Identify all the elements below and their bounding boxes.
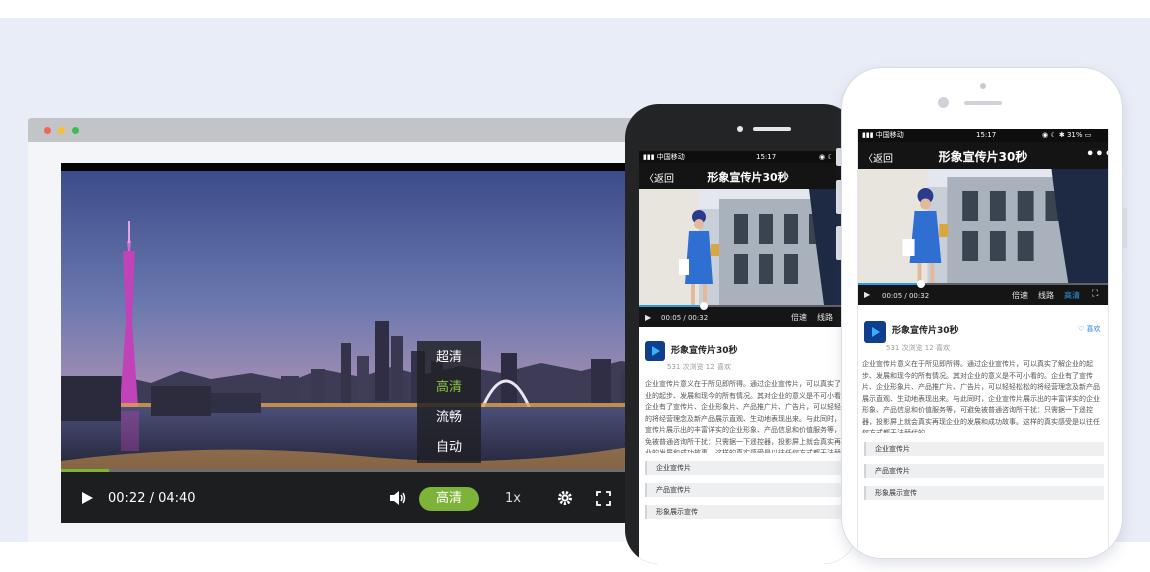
desktop-browser-window: 超清 高清 流畅 自动 00:22 / 04:40 高清 1x bbox=[28, 118, 668, 542]
phone-white-frame: ▮▮▮ 中国移动 15:17 ◉ ☾ ✱ 31% ▭ 〈返回 形象宣传片30秒 … bbox=[842, 68, 1122, 558]
play-icon[interactable]: ▶ bbox=[864, 290, 870, 299]
video-meta: 531 次浏览 12 喜欢 bbox=[667, 363, 731, 371]
phone-front-camera bbox=[938, 97, 949, 108]
showcase-stage: 超清 高清 流畅 自动 00:22 / 04:40 高清 1x ▮▮▮ 中国移动… bbox=[0, 0, 1150, 572]
fullscreen-icon[interactable]: ⛶ bbox=[1092, 289, 1098, 299]
window-close-dot[interactable] bbox=[44, 127, 51, 134]
phone-power-button bbox=[1122, 208, 1127, 248]
quality-option-auto[interactable]: 自动 bbox=[417, 439, 481, 457]
phone-speaker bbox=[964, 101, 1002, 105]
phone-white-screen: ▮▮▮ 中国移动 15:17 ◉ ☾ ✱ 31% ▭ 〈返回 形象宣传片30秒 … bbox=[857, 129, 1109, 558]
phone-progress-fill bbox=[858, 283, 921, 285]
nav-bar: 〈返回 形象宣传片30秒 bbox=[639, 163, 857, 189]
phone-playback-time: 00:05 / 00:32 bbox=[661, 314, 709, 322]
status-carrier: ▮▮▮ 中国移动 bbox=[862, 131, 904, 139]
list-item[interactable]: 产品宣传片 bbox=[645, 483, 851, 497]
phone-progress-fill bbox=[639, 305, 705, 307]
status-bar: ▮▮▮ 中国移动 15:17 ◉ ☾ ✱ 31% ▭ bbox=[858, 129, 1108, 142]
status-battery: ◉ ☾ ✱ 31% ▭ bbox=[1042, 131, 1092, 139]
video-frame-city-night bbox=[61, 171, 661, 471]
quality-menu: 超清 高清 流畅 自动 bbox=[417, 341, 481, 463]
desktop-video-player[interactable]: 超清 高清 流畅 自动 00:22 / 04:40 高清 1x bbox=[61, 163, 661, 523]
phone-camera bbox=[737, 126, 743, 132]
speed-button[interactable]: 倍速 bbox=[791, 312, 807, 323]
status-icons: ◉ ☾ bbox=[819, 153, 834, 161]
nav-title: 形象宣传片30秒 bbox=[938, 150, 1028, 164]
quality-button[interactable]: 高清 bbox=[419, 487, 479, 511]
route-button[interactable]: 线路 bbox=[1038, 290, 1054, 301]
quality-option-smooth[interactable]: 流畅 bbox=[417, 409, 481, 427]
status-time: 15:17 bbox=[976, 131, 997, 139]
phone-dark-frame: ▮▮▮ 中国移动 15:17 ◉ ☾ 〈返回 形象宣传片30秒 ▶ 00:05 … bbox=[625, 104, 857, 564]
video-description: 企业宣传片意义在于所见即所得。通过企业宣传片，可以真实了解企业的起步、发展和现今… bbox=[862, 360, 1100, 433]
list-item[interactable]: 形象展示宣传 bbox=[864, 486, 1104, 500]
list-item[interactable]: 企业宣传片 bbox=[645, 461, 851, 475]
volume-icon[interactable] bbox=[389, 490, 407, 506]
quality-button[interactable]: 高清 bbox=[1064, 290, 1080, 301]
phone-dark-screen: ▮▮▮ 中国移动 15:17 ◉ ☾ 〈返回 形象宣传片30秒 ▶ 00:05 … bbox=[639, 151, 857, 564]
list-item[interactable]: 产品宣传片 bbox=[864, 464, 1104, 478]
channel-logo bbox=[645, 341, 665, 361]
progress-bar[interactable] bbox=[61, 469, 661, 472]
status-carrier: ▮▮▮ 中国移动 bbox=[643, 153, 685, 161]
status-bar: ▮▮▮ 中国移动 15:17 ◉ ☾ bbox=[639, 151, 857, 163]
progress-knob[interactable] bbox=[916, 280, 925, 288]
fullscreen-icon[interactable] bbox=[596, 491, 611, 506]
list-item[interactable]: 形象展示宣传 bbox=[645, 505, 851, 519]
phone-progress-bar[interactable] bbox=[639, 305, 857, 307]
window-maximize-dot[interactable] bbox=[72, 127, 79, 134]
quality-option-high-selected[interactable]: 高清 bbox=[417, 379, 481, 397]
phone-speaker bbox=[753, 127, 791, 131]
window-minimize-dot[interactable] bbox=[58, 127, 65, 134]
video-frame-woman-street[interactable] bbox=[858, 169, 1108, 283]
quality-option-ultra[interactable]: 超清 bbox=[417, 349, 481, 367]
phone-progress-bar[interactable] bbox=[858, 283, 1108, 285]
player-top-border bbox=[61, 163, 661, 171]
gear-icon[interactable] bbox=[557, 490, 573, 506]
list-item[interactable]: 企业宣传片 bbox=[864, 442, 1104, 456]
speed-button[interactable]: 1x bbox=[505, 491, 521, 507]
playback-time: 00:22 / 04:40 bbox=[108, 491, 196, 506]
progress-bar-fill bbox=[61, 469, 109, 472]
play-icon[interactable] bbox=[80, 491, 94, 505]
progress-knob[interactable] bbox=[700, 302, 709, 310]
phone-player-controls: ▶ 00:05 / 00:32 倍速 线路 高清 ⛶ bbox=[858, 280, 1108, 305]
nav-bar: 〈返回 形象宣传片30秒 ••• bbox=[858, 142, 1108, 169]
video-frame-woman-street[interactable] bbox=[639, 189, 857, 305]
more-icon[interactable]: ••• bbox=[1086, 147, 1108, 162]
play-logo-icon bbox=[872, 327, 880, 337]
video-meta: 531 次浏览 12 喜欢 bbox=[886, 344, 950, 352]
video-description: 企业宣传片意义在于所见即所得。通过企业宣传片，可以真实了解企业的起步、发展和现今… bbox=[645, 380, 855, 453]
speed-button[interactable]: 倍速 bbox=[1012, 290, 1028, 301]
video-title: 形象宣传片30秒 bbox=[671, 346, 738, 356]
phone-playback-time: 00:05 / 00:32 bbox=[882, 292, 930, 300]
like-button[interactable]: ♡ 喜欢 bbox=[1078, 324, 1101, 334]
status-time: 15:17 bbox=[756, 153, 777, 161]
play-logo-icon bbox=[652, 346, 660, 356]
video-title: 形象宣传片30秒 bbox=[892, 326, 959, 336]
nav-title: 形象宣传片30秒 bbox=[707, 171, 789, 184]
channel-logo bbox=[864, 321, 886, 343]
browser-title-bar bbox=[28, 118, 668, 142]
play-icon[interactable]: ▶ bbox=[645, 313, 651, 322]
phone-player-controls: ▶ 00:05 / 00:32 倍速 线路 bbox=[639, 302, 857, 327]
phone-camera bbox=[980, 83, 986, 89]
route-button[interactable]: 线路 bbox=[817, 312, 833, 323]
